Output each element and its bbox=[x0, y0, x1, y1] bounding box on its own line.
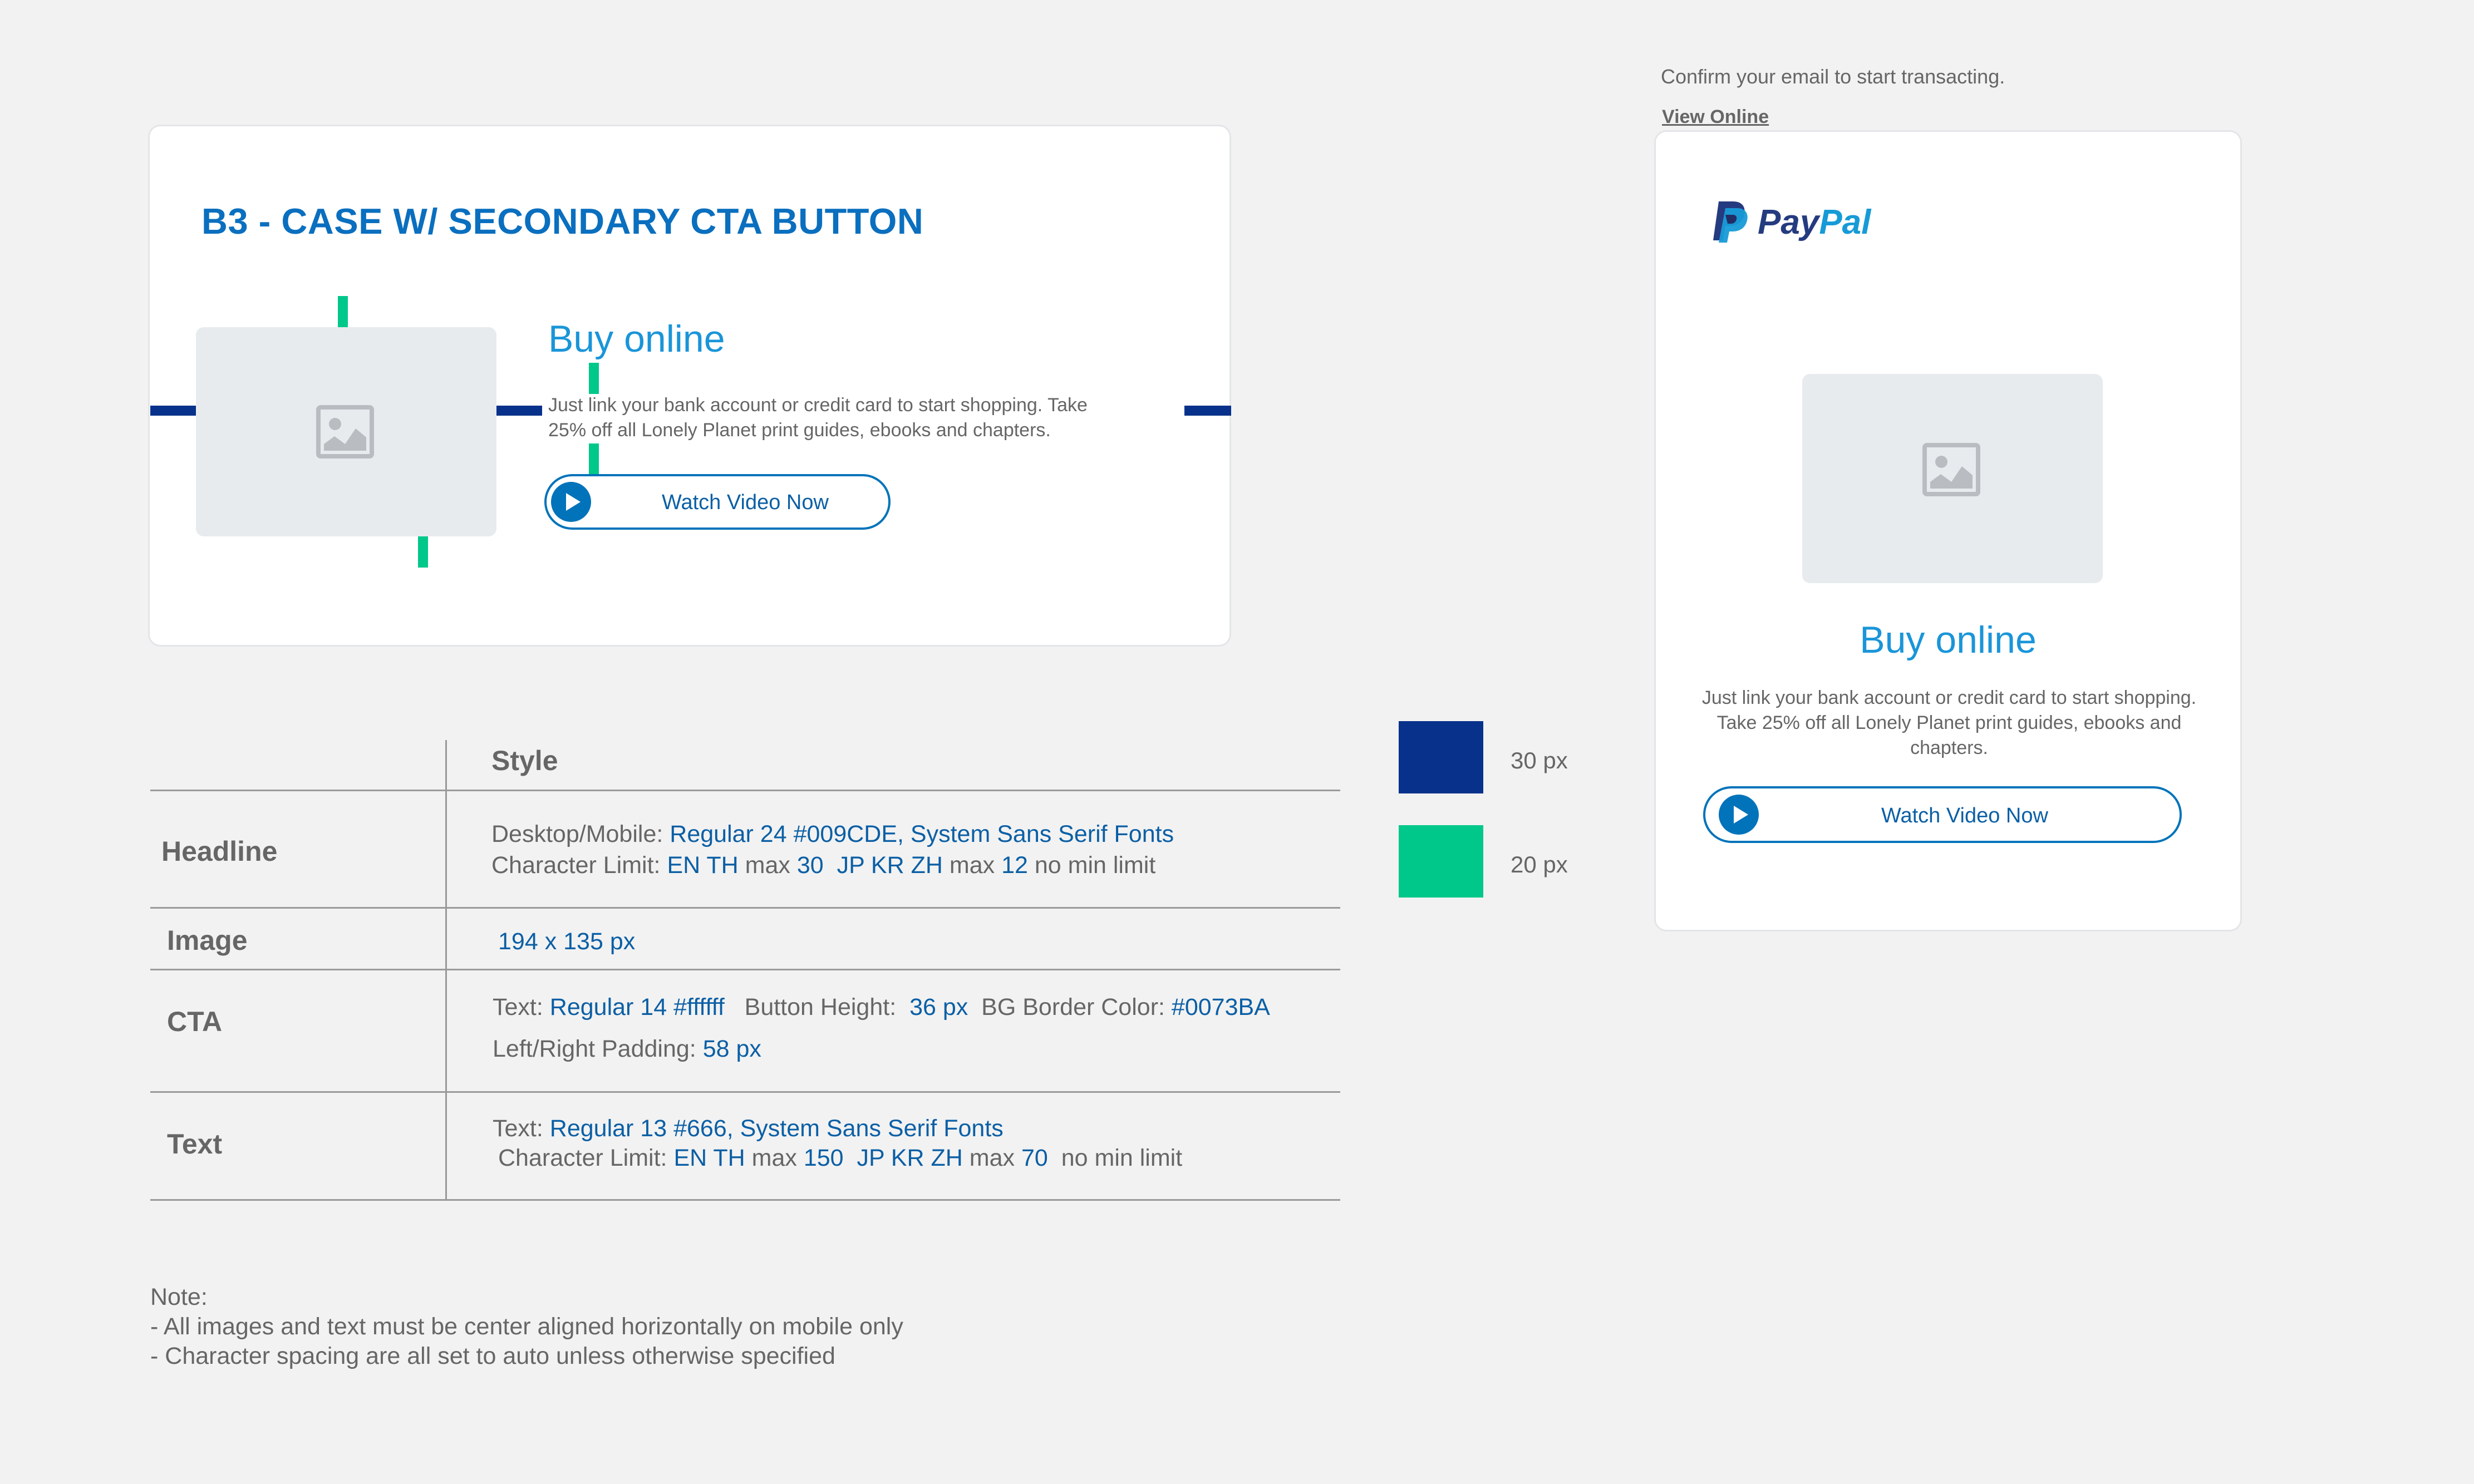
legend-label-30px: 30 px bbox=[1511, 747, 1568, 773]
mobile-cta-label: Watch Video Now bbox=[1881, 804, 2048, 827]
spacing-marker-30px bbox=[150, 406, 196, 416]
table-column-divider bbox=[445, 740, 447, 1201]
cta-text-spec: Text: Regular 14 #ffffff Button Height: … bbox=[493, 994, 1270, 1020]
paypal-wordmark: PayPal bbox=[1758, 203, 1871, 241]
spacing-marker-20px bbox=[418, 536, 428, 568]
spacing-marker-30px bbox=[1184, 406, 1231, 416]
legend-swatch-green bbox=[1399, 825, 1483, 898]
row-label-image: Image bbox=[167, 925, 248, 956]
image-size-spec: 194 x 135 px bbox=[498, 928, 636, 955]
mobile-preheader-text: Confirm your email to start transacting. bbox=[1661, 65, 2005, 88]
table-divider bbox=[150, 1091, 1340, 1093]
mobile-body-text: Just link your bank account or credit ca… bbox=[1701, 687, 2197, 758]
table-divider bbox=[150, 790, 1340, 791]
paypal-mark-icon bbox=[1713, 201, 1748, 243]
mobile-image-placeholder bbox=[1802, 374, 2103, 583]
note-title: Note: bbox=[150, 1284, 208, 1310]
note-line: - Character spacing are all set to auto … bbox=[150, 1343, 835, 1369]
legend-label-20px: 20 px bbox=[1511, 851, 1568, 877]
play-icon bbox=[551, 482, 591, 522]
spacing-marker-20px bbox=[589, 363, 599, 394]
headline-character-limit: Character Limit: EN TH max 30 JP KR ZH m… bbox=[491, 852, 1156, 879]
row-label-text: Text bbox=[167, 1128, 223, 1160]
text-character-limit: Character Limit: EN TH max 150 JP KR ZH … bbox=[498, 1145, 1183, 1171]
row-label-headline: Headline bbox=[161, 836, 278, 867]
cta-padding-spec: Left/Right Padding: 58 px bbox=[493, 1036, 761, 1062]
spacing-marker-30px bbox=[496, 406, 542, 416]
image-placeholder-icon bbox=[316, 405, 374, 458]
table-header-style: Style bbox=[491, 745, 558, 776]
desktop-cta-label: Watch Video Now bbox=[662, 491, 829, 514]
table-divider bbox=[150, 969, 1340, 970]
table-divider bbox=[150, 907, 1340, 909]
desktop-body-text: Just link your bank account or credit ca… bbox=[548, 395, 1088, 441]
text-font-spec: Text: Regular 13 #666, System Sans Serif… bbox=[493, 1115, 1004, 1142]
mobile-headline: Buy online bbox=[1860, 619, 2037, 661]
spacing-marker-20px bbox=[589, 443, 599, 474]
desktop-watch-video-button[interactable]: Watch Video Now bbox=[544, 474, 891, 530]
section-title: B3 - CASE W/ SECONDARY CTA BUTTON bbox=[201, 201, 924, 241]
view-online-link[interactable]: View Online bbox=[1662, 106, 1769, 128]
table-divider bbox=[150, 1199, 1340, 1201]
mobile-watch-video-button[interactable]: Watch Video Now bbox=[1703, 786, 2182, 843]
spacing-marker-20px bbox=[338, 296, 348, 327]
row-label-cta: CTA bbox=[167, 1006, 223, 1037]
headline-font-spec: Desktop/Mobile: Regular 24 #009CDE, Syst… bbox=[491, 821, 1174, 847]
desktop-image-placeholder bbox=[196, 327, 496, 536]
desktop-headline: Buy online bbox=[548, 318, 725, 360]
image-placeholder-icon bbox=[1922, 443, 1980, 496]
note-line: - All images and text must be center ali… bbox=[150, 1313, 903, 1340]
legend-swatch-blue bbox=[1399, 721, 1483, 793]
